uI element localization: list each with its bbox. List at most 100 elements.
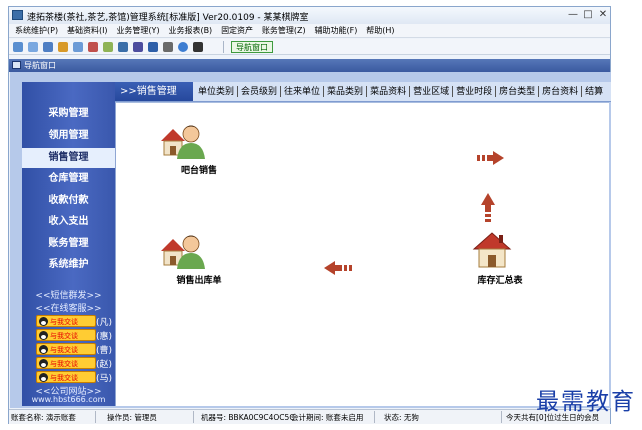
- subwindow-title: 导航窗口: [24, 61, 56, 70]
- tab-dish-data[interactable]: 菜品资料: [367, 82, 409, 101]
- tab-room-data[interactable]: 房台资料: [539, 82, 581, 101]
- flow-canvas: 吧台销售 销售出库单 库存汇总表: [115, 102, 609, 406]
- qq-label: 与我交谈: [50, 318, 78, 326]
- menu-system[interactable]: 系统维护(P): [15, 24, 58, 38]
- house-person-icon: [161, 235, 205, 269]
- bar-sales-label: 吧台销售: [180, 166, 217, 176]
- status-operator: 操作员: 管理员: [107, 413, 157, 422]
- qq-contact-name: (曹): [96, 346, 113, 356]
- category-tab-bar: >>销售管理 单位类别 会员级别 往来单位 菜品类别 菜品资料 营业区域 营业时段 房台类型房…: [115, 82, 611, 102]
- inventory-summary-node[interactable]: 库存汇总表: [460, 229, 540, 299]
- app-icon: [12, 10, 23, 20]
- subwindow-icon: [12, 61, 21, 69]
- qq-label: 与我交谈: [50, 374, 78, 382]
- status-period: 会计期间: 账套未启用: [291, 413, 364, 422]
- status-state: 状态: 无狗: [384, 413, 419, 422]
- sidebar-item-warehouse[interactable]: 仓库管理: [22, 169, 115, 189]
- sms-link[interactable]: <<短信群发>>: [22, 288, 115, 301]
- qq-icon: [39, 359, 48, 368]
- bar-sales-node[interactable]: 吧台销售: [159, 119, 239, 189]
- window-title: 速拓茶楼(茶社,茶艺,茶馆)管理系统[标准版] Ver20.0109 - 某某棋…: [27, 13, 309, 23]
- toolbar-separator: [223, 41, 224, 53]
- tab-dish-category[interactable]: 菜品类别: [324, 82, 366, 101]
- tab-room-type[interactable]: 房台类型: [496, 82, 538, 101]
- new-icon[interactable]: [13, 42, 23, 52]
- tab-list: 单位类别 会员级别 往来单位 菜品类别 菜品资料 营业区域 营业时段 房台类型 房台资料 结算: [195, 82, 606, 101]
- sidebar-item-sales[interactable]: 销售管理: [22, 148, 115, 168]
- close-button[interactable]: ✕: [596, 9, 610, 21]
- menu-business[interactable]: 业务管理(Y): [116, 24, 159, 38]
- sidebar-item-payments[interactable]: 收款付款: [22, 191, 115, 211]
- qq-contact-name: (惠): [96, 332, 113, 342]
- exit-icon[interactable]: [193, 42, 203, 52]
- nav-window-button[interactable]: 导航窗口: [231, 41, 273, 53]
- arrow-left-icon: [324, 261, 352, 275]
- qq-contact[interactable]: 与我交谈 (马): [36, 371, 113, 384]
- sidebar-item-maintenance[interactable]: 系统维护: [22, 255, 115, 275]
- restore-button[interactable]: □: [581, 9, 595, 21]
- tab-member-level[interactable]: 会员级别: [238, 82, 280, 101]
- sales-outbound-node[interactable]: 销售出库单: [159, 229, 239, 299]
- menu-basic-data[interactable]: 基础资料(I): [67, 24, 108, 38]
- online-service-link[interactable]: <<在线客服>>: [22, 301, 115, 314]
- status-account: 账套名称: 演示账套: [11, 413, 76, 422]
- qq-label: 与我交谈: [50, 332, 78, 340]
- qq-icon: [39, 373, 48, 382]
- toolbar: 导航窗口: [9, 39, 610, 55]
- grid-icon[interactable]: [43, 42, 53, 52]
- sidebar-item-income[interactable]: 收入支出: [22, 212, 115, 232]
- qq-icon: [39, 345, 48, 354]
- print-icon[interactable]: [133, 42, 143, 52]
- house-icon: [472, 232, 512, 268]
- tab-business-area[interactable]: 营业区域: [410, 82, 452, 101]
- watermark: 最需教育: [536, 389, 636, 415]
- sidebar-item-accounts[interactable]: 账务管理: [22, 234, 115, 254]
- status-separator: [193, 411, 194, 423]
- transfer-icon[interactable]: [88, 42, 98, 52]
- inventory-summary-label: 库存汇总表: [477, 276, 523, 286]
- menu-accounts[interactable]: 账务管理(Z): [262, 24, 306, 38]
- house-person-icon: [161, 125, 205, 159]
- subwindow-title-bar: 导航窗口: [9, 59, 610, 72]
- menu-tools[interactable]: 辅助功能(F): [315, 24, 358, 38]
- tab-settlement[interactable]: 结算: [582, 82, 606, 101]
- qq-badge: 与我交谈: [36, 329, 96, 341]
- qq-contact-name: (凡): [96, 318, 113, 328]
- export-icon[interactable]: [163, 42, 173, 52]
- title-bar: 速拓茶楼(茶社,茶艺,茶馆)管理系统[标准版] Ver20.0109 - 某某棋…: [9, 7, 610, 24]
- qq-icon: [39, 331, 48, 340]
- qq-contact[interactable]: 与我交谈 (惠): [36, 329, 113, 342]
- sales-outbound-label: 销售出库单: [176, 276, 222, 286]
- qq-badge: 与我交谈: [36, 357, 96, 369]
- sidebar-item-purchase[interactable]: 采购管理: [22, 104, 115, 124]
- copy-icon[interactable]: [73, 42, 83, 52]
- qq-contact[interactable]: 与我交谈 (曹): [36, 343, 113, 356]
- qq-badge: 与我交谈: [36, 315, 96, 327]
- qq-label: 与我交谈: [50, 360, 78, 368]
- save-icon[interactable]: [148, 42, 158, 52]
- qq-badge: 与我交谈: [36, 371, 96, 383]
- user-icon[interactable]: [118, 42, 128, 52]
- tab-partners[interactable]: 往来单位: [281, 82, 323, 101]
- help-icon[interactable]: [178, 42, 188, 52]
- tab-unit-category[interactable]: 单位类别: [195, 82, 237, 101]
- company-site-url[interactable]: www.hbst666.com: [22, 395, 115, 404]
- status-machine: 机器号: BBKA0C9C4OC5C: [201, 413, 295, 422]
- edit-icon[interactable]: [58, 42, 68, 52]
- tab-business-period[interactable]: 营业时段: [453, 82, 495, 101]
- refresh-icon[interactable]: [103, 42, 113, 52]
- menu-bar: 系统维护(P) 基础资料(I) 业务管理(Y) 业务报表(B) 固定资产 账务管…: [9, 24, 610, 38]
- sidebar: 采购管理 领用管理 销售管理 仓库管理 收款付款 收入支出 账务管理 系统维护 …: [22, 82, 115, 406]
- qq-contact[interactable]: 与我交谈 (赵): [36, 357, 113, 370]
- qq-label: 与我交谈: [50, 346, 78, 354]
- qq-contact[interactable]: 与我交谈 (凡): [36, 315, 113, 328]
- menu-reports[interactable]: 业务报表(B): [168, 24, 212, 38]
- list-icon[interactable]: [28, 42, 38, 52]
- qq-contact-name: (赵): [96, 360, 113, 370]
- tab-sales-active[interactable]: >>销售管理: [115, 82, 193, 101]
- menu-fixed-assets[interactable]: 固定资产: [221, 24, 253, 38]
- menu-help[interactable]: 帮助(H): [366, 24, 394, 38]
- minimize-button[interactable]: —: [566, 9, 580, 21]
- qq-contact-name: (马): [96, 374, 113, 384]
- sidebar-item-requisition[interactable]: 领用管理: [22, 126, 115, 146]
